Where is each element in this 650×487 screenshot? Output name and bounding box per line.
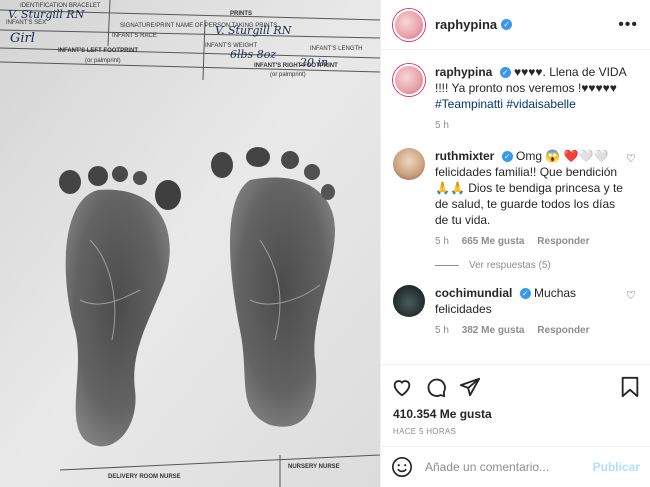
handwriting: 6lbs 8oz	[230, 48, 276, 61]
comments-list: raphypina ✓ ♥♥♥♥. Llena de VIDA !!!! Ya …	[381, 50, 650, 364]
comment-likes[interactable]: 665 Me gusta	[462, 236, 525, 247]
publish-button[interactable]: Publicar	[593, 460, 640, 474]
comment: cochimundial ✓ Muchas felicidades 5 h 38…	[393, 285, 638, 339]
post-actions: 410.354 Me gusta HACE 5 HORAS	[381, 364, 650, 446]
comment: ruthmixter ✓ Omg 😱 ❤️🤍🤍 felicidades fami…	[393, 148, 638, 250]
post-image[interactable]: IDENTIFICATION BRACELET PRINTS SIGNATURE…	[0, 0, 380, 487]
post-header: raphypina ✓ •••	[381, 0, 650, 50]
verified-badge-icon: ✓	[519, 288, 531, 300]
comment-time: 5 h	[435, 325, 449, 336]
comment-input[interactable]	[423, 459, 593, 475]
verified-badge-icon: ✓	[501, 19, 513, 30]
more-options-icon[interactable]: •••	[618, 16, 638, 34]
avatar[interactable]	[393, 148, 425, 180]
post-sidebar: raphypina ✓ ••• raphypina ✓ ♥♥♥♥. Llena …	[380, 0, 650, 487]
bookmark-icon[interactable]	[620, 376, 640, 398]
comment-icon[interactable]	[425, 376, 447, 398]
comment-like-heart-icon[interactable]: ♡	[626, 152, 638, 250]
form-label: NURSERY NURSE	[288, 464, 340, 470]
form-label: (or palmprint)	[85, 58, 121, 64]
form-label: DELIVERY ROOM NURSE	[108, 474, 181, 480]
comment-likes[interactable]: 382 Me gusta	[462, 325, 525, 336]
form-label: INFANT'S LEFT FOOTPRINT	[58, 48, 138, 54]
verified-badge-icon: ✓	[501, 151, 513, 163]
view-replies-button[interactable]: Ver respuestas (5)	[435, 260, 638, 271]
caption-time: 5 h	[435, 120, 449, 131]
heart-icon[interactable]	[391, 376, 413, 398]
caption-username[interactable]: raphypina	[435, 65, 492, 79]
verified-badge-icon: ✓	[499, 67, 511, 79]
emoji-icon[interactable]	[391, 456, 413, 478]
form-label: INFANT'S LENGTH	[310, 46, 363, 52]
avatar[interactable]	[393, 64, 425, 96]
form-label: PRINTS	[230, 11, 252, 17]
instagram-post: IDENTIFICATION BRACELET PRINTS SIGNATURE…	[0, 0, 650, 487]
comment-like-heart-icon[interactable]: ♡	[626, 289, 638, 339]
form-label: (or palmprint)	[270, 72, 306, 78]
share-icon[interactable]	[459, 376, 481, 398]
add-comment-bar: Publicar	[381, 446, 650, 487]
likes-count[interactable]: 410.354 Me gusta	[391, 403, 640, 421]
avatar[interactable]	[393, 285, 425, 317]
reply-button[interactable]: Responder	[537, 325, 589, 336]
comment-username[interactable]: cochimundial	[435, 286, 512, 300]
caption: raphypina ✓ ♥♥♥♥. Llena de VIDA !!!! Ya …	[393, 64, 638, 134]
handwriting: V. Sturgill RN	[215, 24, 292, 37]
handwriting: V. Sturgill RN	[8, 8, 85, 21]
comment-username[interactable]: ruthmixter	[435, 149, 494, 163]
reply-button[interactable]: Responder	[537, 236, 589, 247]
handwriting: Girl	[10, 31, 35, 46]
header-username[interactable]: raphypina	[435, 17, 497, 32]
posted-ago: HACE 5 HORAS	[393, 427, 457, 436]
caption-hashtags[interactable]: #Teampinatti #vidaisabelle	[435, 96, 638, 112]
avatar[interactable]	[393, 8, 425, 41]
footprint-photo: IDENTIFICATION BRACELET PRINTS SIGNATURE…	[0, 0, 380, 487]
form-label: INFANT'S RACE	[112, 33, 157, 39]
handwriting: 20 in	[299, 56, 328, 69]
comment-time: 5 h	[435, 236, 449, 247]
